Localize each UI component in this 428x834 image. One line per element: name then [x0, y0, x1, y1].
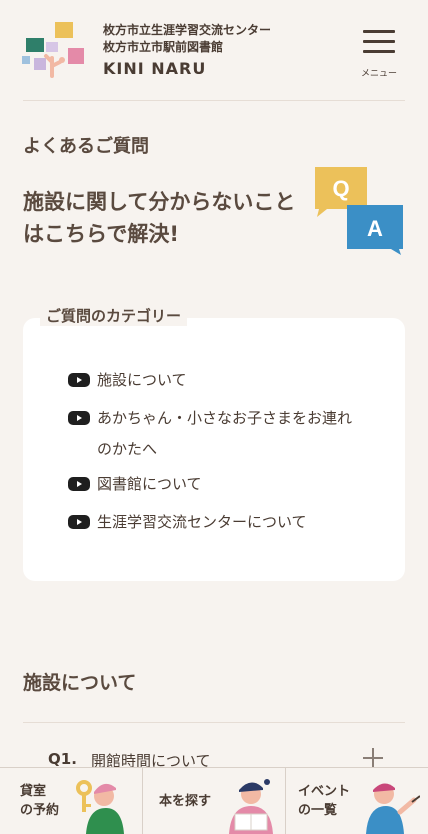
- org-line-2: 枚方市立市駅前図書館: [103, 40, 224, 54]
- menu-button[interactable]: メニュー: [357, 28, 401, 80]
- page-title: よくあるご質問: [23, 136, 149, 157]
- play-icon: [68, 373, 90, 387]
- category-link-label: あかちゃん・小さなお子さまをお連れ: [97, 409, 353, 427]
- nav-label: イベント の一覧: [298, 782, 350, 820]
- nav-label-line-2: の予約: [20, 803, 60, 818]
- faq-lead-text: 施設に関して分からないこと はこちらで解決!: [23, 186, 323, 250]
- nav-event-list[interactable]: イベント の一覧: [285, 768, 428, 834]
- menu-label: メニュー: [360, 69, 397, 79]
- brand-name: KINI NARU: [103, 59, 207, 78]
- category-link-label: 図書館について: [97, 475, 202, 493]
- faq-lead-line-1: 施設に関して分からないこと: [23, 190, 296, 214]
- header-divider: [23, 100, 405, 101]
- nav-label-line-1: 貸室: [20, 784, 47, 799]
- nav-label: 貸室 の予約: [20, 782, 59, 820]
- nav-book-search[interactable]: 本を探す: [142, 768, 285, 834]
- category-link-learning-center[interactable]: 生涯学習交流センターについて: [68, 507, 368, 538]
- section-heading: 施設について: [23, 672, 137, 694]
- category-link-library[interactable]: 図書館について: [68, 469, 368, 500]
- kininaru-logo-icon[interactable]: [22, 22, 86, 80]
- question-number: Q1.: [48, 750, 77, 768]
- nav-room-reservation[interactable]: 貸室 の予約: [0, 768, 142, 834]
- svg-text:Q: Q: [332, 176, 349, 201]
- play-icon: [68, 411, 90, 425]
- nav-label: 本を探す: [159, 792, 211, 811]
- nav-label-line-1: 本を探す: [159, 794, 212, 809]
- reading-person-illustration-icon: [221, 774, 281, 834]
- play-icon: [68, 515, 90, 529]
- site-header: 枚方市立生涯学習交流センター 枚方市立市駅前図書館 KINI NARU メニュー: [0, 0, 428, 100]
- nav-label-line-1: イベント: [298, 784, 351, 799]
- svg-text:A: A: [367, 216, 383, 241]
- category-link-label: 施設について: [97, 371, 187, 389]
- nav-label-line-2: の一覧: [298, 803, 338, 818]
- play-icon: [68, 477, 90, 491]
- category-link-facility[interactable]: 施設について: [68, 365, 368, 396]
- bottom-navigation: 貸室 の予約 本を探す イベント の一覧: [0, 767, 428, 834]
- category-card-title: ご質問のカテゴリー: [40, 305, 188, 326]
- section-divider: [23, 722, 405, 723]
- organization-name: 枚方市立生涯学習交流センター 枚方市立市駅前図書館: [103, 22, 271, 56]
- pointing-person-illustration-icon: [360, 774, 421, 834]
- category-link-label-line-2: のかたへ: [97, 440, 158, 458]
- faq-lead-line-2: はこちらで解決!: [23, 222, 179, 246]
- org-line-1: 枚方市立生涯学習交流センター: [103, 23, 272, 37]
- key-person-illustration-icon: [72, 774, 132, 834]
- expand-plus-icon[interactable]: [363, 748, 383, 768]
- category-link-label: 生涯学習交流センターについて: [97, 513, 307, 531]
- category-link-babies-children[interactable]: あかちゃん・小さなお子さまをお連れ のかたへ: [68, 403, 368, 465]
- qa-speech-bubbles-icon: Q A: [313, 165, 405, 257]
